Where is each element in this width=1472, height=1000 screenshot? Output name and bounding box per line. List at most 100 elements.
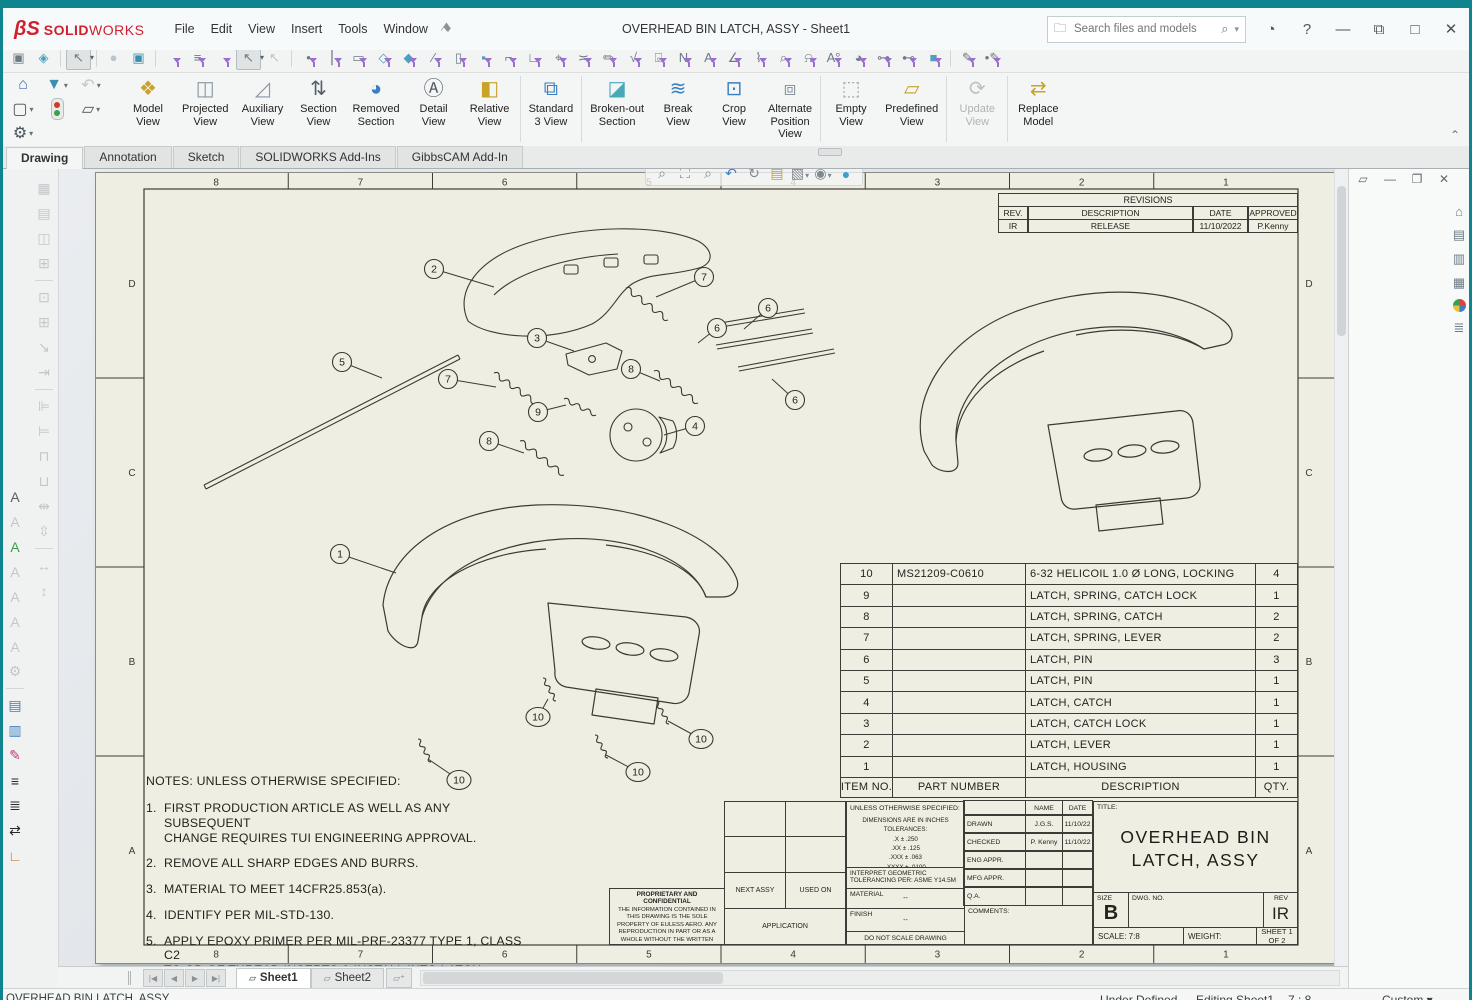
standard-3-view-button[interactable]: ⧉Standard 3 View	[523, 72, 580, 146]
bom-row[interactable]: 4LATCH, CATCH1	[841, 692, 1298, 713]
options-gear-button[interactable]: ⚙▾	[13, 123, 33, 143]
alternate-position-view-button[interactable]: ⧈Alternate Position View	[762, 72, 818, 146]
bom-row[interactable]: 3LATCH, CATCH LOCK1	[841, 714, 1298, 735]
line-style-icon[interactable]: ≣	[4, 793, 26, 818]
search-box[interactable]: 🗀 ⌕ ▾	[1047, 16, 1246, 43]
doc-close[interactable]: ✕	[1436, 172, 1452, 186]
model-view-button[interactable]: ❖Model View	[120, 72, 176, 146]
sheet-tab-sheet1[interactable]: ▱Sheet1	[236, 968, 311, 989]
bom-row[interactable]: 9LATCH, SPRING, CATCH LOCK1	[841, 585, 1298, 606]
menu-window[interactable]: Window	[375, 18, 435, 40]
last-sheet-button[interactable]: ▶|	[206, 969, 226, 987]
line-thickness-icon[interactable]: ≡	[4, 768, 26, 793]
revisions-cell: P.Kenny	[1248, 220, 1298, 233]
minimize-button[interactable]: —	[1332, 21, 1354, 38]
file-explorer-icon[interactable]: ▥	[1453, 251, 1465, 267]
vertical-scrollbar[interactable]	[1334, 168, 1348, 966]
projected-view-button[interactable]: ◫Projected View	[176, 72, 234, 146]
layers-icon[interactable]: ▥	[4, 718, 26, 743]
pane-splitter-grip[interactable]	[128, 971, 139, 985]
bom-row[interactable]: 5LATCH, PIN1	[841, 671, 1298, 692]
splitter-grip[interactable]	[818, 148, 842, 156]
revisions-header-cell: DESCRIPTION	[1028, 207, 1193, 220]
color-display-mode-icon[interactable]: ∟	[4, 843, 26, 868]
custom-properties-icon[interactable]: ≣	[1454, 320, 1465, 336]
table-select-icon: ▦	[33, 176, 55, 201]
bom-row[interactable]: 1LATCH, HOUSING1	[841, 757, 1298, 778]
graphics-area[interactable]: 8877665544332211DDCCBBAA	[58, 168, 1348, 966]
removed-section-button[interactable]: ◕Removed Section	[346, 72, 405, 146]
close-button[interactable]: ✕	[1440, 20, 1462, 38]
menu-file[interactable]: File	[166, 18, 202, 40]
drawing-notes[interactable]: NOTES: UNLESS OTHERWISE SPECIFIED: 1.FIR…	[146, 774, 538, 966]
break-view-button[interactable]: ≋Break View	[650, 72, 706, 146]
new-document-button[interactable]: ▢▾	[12, 99, 33, 119]
first-sheet-button[interactable]: |◀	[143, 969, 163, 987]
account-icon[interactable]: ◔	[1260, 21, 1282, 38]
relative-view-button[interactable]: ◧Relative View	[462, 72, 518, 146]
ribbon-separator	[581, 76, 582, 142]
standard-3-view-label: Standard 3 View	[529, 103, 574, 128]
sheet-tab-sheet2[interactable]: ▱Sheet2	[311, 968, 384, 989]
ribbon-collapse-icon[interactable]: ⌃	[1450, 128, 1460, 142]
replace-model-button[interactable]: ⇄Replace Model	[1010, 72, 1066, 146]
auxiliary-view-button[interactable]: ◿Auxiliary View	[234, 72, 290, 146]
bom-row[interactable]: 10MS21209-C06106-32 HELICOIL 1.0 Ø LONG,…	[841, 564, 1298, 585]
menu-insert[interactable]: Insert	[283, 18, 330, 40]
bom-row[interactable]: 2LATCH, LEVER1	[841, 735, 1298, 756]
broken-out-section-button[interactable]: ◪Broken-out Section	[584, 72, 650, 146]
line-color-icon[interactable]: ✎	[4, 743, 26, 768]
add-sheet-button[interactable]: ▱⁺	[386, 968, 412, 988]
doc-icon[interactable]: ▱	[1355, 172, 1371, 186]
crop-view-button[interactable]: ⊡Crop View	[706, 72, 762, 146]
print-button[interactable]: ▱▾	[82, 99, 100, 119]
doc-restore[interactable]: ❐	[1409, 172, 1425, 186]
view-palette-icon[interactable]: ▦	[1453, 275, 1465, 291]
note-icon[interactable]: A	[4, 484, 26, 509]
detail-view-icon: Ⓐ	[424, 77, 444, 103]
search-icon[interactable]: ⌕	[1221, 21, 1228, 37]
appearances-icon[interactable]	[1453, 299, 1466, 312]
svg-text:1: 1	[1223, 178, 1229, 189]
layer-properties-icon[interactable]: ▤	[4, 693, 26, 718]
predefined-view-button[interactable]: ▱Predefined View	[879, 72, 944, 146]
menu-view[interactable]: View	[240, 18, 283, 40]
restore-button[interactable]: ⧉	[1368, 21, 1390, 38]
bom-row[interactable]: 7LATCH, SPRING, LEVER2	[841, 628, 1298, 649]
tab-drawing[interactable]: Drawing	[6, 147, 83, 169]
maximize-button[interactable]: □	[1404, 21, 1426, 38]
prev-sheet-button[interactable]: ◀	[164, 969, 184, 987]
empty-view-button[interactable]: ⬚Empty View	[823, 72, 879, 146]
tab-solidworks-add-ins[interactable]: SOLIDWORKS Add-Ins	[240, 146, 395, 168]
horizontal-scrollbar[interactable]	[420, 970, 1340, 986]
search-input[interactable]	[1072, 22, 1215, 36]
hide-show-edges-icon[interactable]: ⇄	[4, 818, 26, 843]
horizontal-scrollbar-thumb[interactable]	[423, 972, 723, 984]
rebuild-traffic-light-button[interactable]	[51, 98, 64, 120]
menu-tools[interactable]: Tools	[330, 18, 375, 40]
menu-edit[interactable]: Edit	[203, 18, 241, 40]
title-block[interactable]: PROPRIETARY AND CONFIDENTIALTHE INFORMAT…	[609, 801, 1298, 945]
section-view-button[interactable]: ⇅Section View	[290, 72, 346, 146]
pin-icon[interactable]: ⚑	[436, 19, 455, 39]
revisions-table[interactable]: REVISIONS REV.DESCRIPTIONDATEAPPROVEDIRR…	[998, 193, 1298, 233]
doc-minimize[interactable]: —	[1382, 172, 1398, 186]
tab-sketch[interactable]: Sketch	[173, 146, 240, 168]
detail-view-button[interactable]: ⒶDetail View	[406, 72, 462, 146]
search-caret-icon[interactable]: ▾	[1234, 24, 1239, 35]
dwg-no-cell: DWG. NO.	[1128, 892, 1264, 928]
help-icon[interactable]: ?	[1296, 21, 1318, 38]
format-painter-note-icon[interactable]: A	[4, 534, 26, 559]
bom-row[interactable]: 8LATCH, SPRING, CATCH2	[841, 607, 1298, 628]
bom-table[interactable]: 10MS21209-C06106-32 HELICOIL 1.0 Ø LONG,…	[841, 564, 1298, 798]
drawing-sheet[interactable]: 8877665544332211DDCCBBAA	[95, 172, 1347, 964]
vertical-scrollbar-thumb[interactable]	[1337, 186, 1346, 336]
save-button[interactable]: ▼▾	[46, 76, 68, 94]
design-library-icon[interactable]: ▤	[1453, 227, 1465, 243]
tab-annotation[interactable]: Annotation	[84, 146, 171, 168]
bom-row[interactable]: 6LATCH, PIN3	[841, 650, 1298, 671]
solidworks-resources-icon[interactable]: ⌂	[1455, 204, 1463, 219]
home-button[interactable]: ⌂	[18, 76, 28, 94]
next-sheet-button[interactable]: ▶	[185, 969, 205, 987]
tab-gibbscam-add-in[interactable]: GibbsCAM Add-In	[397, 146, 523, 168]
